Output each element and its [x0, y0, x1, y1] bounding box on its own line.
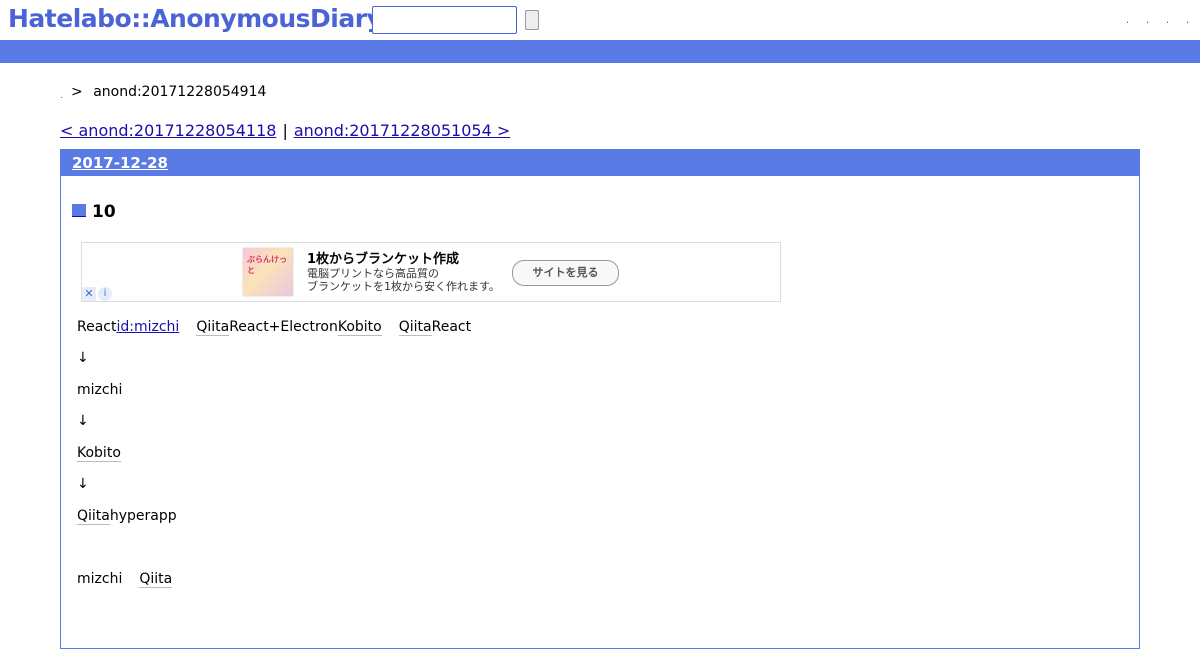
day-section: 2017-12-28 10 ぶらんけっと 1枚からブランケット作成 電脳プリント… — [60, 149, 1140, 649]
ad-info-icon[interactable]: i — [98, 287, 112, 301]
header-bar — [0, 40, 1200, 63]
keyword-link[interactable]: Kobito — [337, 319, 382, 336]
breadcrumb-separator: > — [71, 84, 83, 100]
header-nav-link-3[interactable]: . — [1166, 16, 1169, 26]
site-logo[interactable]: Hatelabo::AnonymousDiary — [8, 3, 383, 35]
site-header: Hatelabo::AnonymousDiary . . . . — [0, 0, 1200, 40]
body-text: mizchi — [77, 571, 123, 587]
ad-title[interactable]: 1枚からブランケット作成 — [307, 248, 459, 267]
day-date-link[interactable]: 2017-12-28 — [72, 154, 168, 172]
body-line-5: Kobito — [77, 445, 121, 462]
ad-close-icon[interactable]: ✕ — [82, 287, 96, 301]
body-text: React — [77, 319, 117, 335]
pager-separator: | — [282, 121, 288, 140]
ad-thumbnail[interactable]: ぶらんけっと — [242, 247, 294, 297]
entry-title-text: 10 — [92, 202, 116, 222]
entry-permalink-icon[interactable] — [72, 204, 86, 217]
ad-desc-line-2: ブランケットを1枚から安く作れます。 — [307, 280, 500, 293]
body-line-4: ↓ — [77, 413, 89, 429]
keyword-link[interactable]: Qiita — [398, 319, 432, 336]
entry-pager: < anond:20171228054118 | anond:20171228051… — [60, 121, 510, 140]
keyword-link[interactable]: Qiita — [196, 319, 230, 336]
next-entry-link[interactable]: anond:20171228051054 > — [294, 121, 510, 140]
header-nav-link-2[interactable]: . — [1146, 16, 1149, 26]
header-nav-link-1[interactable]: . — [1126, 16, 1129, 26]
user-id-link[interactable]: id:mizchi — [116, 319, 179, 335]
body-line-8: mizchi Qiita — [77, 571, 173, 588]
breadcrumb-current: anond:20171228054914 — [93, 84, 267, 100]
body-line-3: mizchi — [77, 382, 123, 398]
body-line-1: Reactid:mizchi QiitaReact+ElectronKobito Q… — [77, 319, 472, 336]
body-line-2: ↓ — [77, 350, 89, 366]
breadcrumb-home-link[interactable]: . — [60, 91, 63, 100]
body-line-6: ↓ — [77, 476, 89, 492]
body-text: React+Electron — [229, 319, 338, 335]
body-text: hyperapp — [109, 508, 177, 524]
day-header: 2017-12-28 — [61, 150, 1139, 176]
keyword-link[interactable]: Qiita — [139, 571, 173, 588]
ad-desc-line-1: 電脳プリントなら高品質の — [307, 267, 439, 280]
entry-title: 10 — [72, 202, 116, 222]
keyword-link[interactable]: Kobito — [77, 445, 121, 462]
ad-cta-button[interactable]: サイトを見る — [512, 260, 619, 286]
search-button[interactable] — [525, 10, 539, 30]
search-input[interactable] — [372, 6, 517, 34]
header-nav-link-4[interactable]: . — [1186, 16, 1189, 26]
body-line-7: Qiitahyperapp — [77, 508, 177, 525]
ad-banner[interactable]: ぶらんけっと 1枚からブランケット作成 電脳プリントなら高品質の ブランケットを… — [81, 242, 781, 302]
keyword-link[interactable]: Qiita — [77, 508, 110, 525]
ad-thumbnail-text: ぶらんけっと — [247, 255, 287, 275]
body-text: React — [431, 319, 472, 335]
ad-description: 電脳プリントなら高品質の ブランケットを1枚から安く作れます。 — [307, 267, 500, 293]
prev-entry-link[interactable]: < anond:20171228054118 — [60, 121, 276, 140]
breadcrumb: . > anond:20171228054914 — [60, 84, 266, 100]
